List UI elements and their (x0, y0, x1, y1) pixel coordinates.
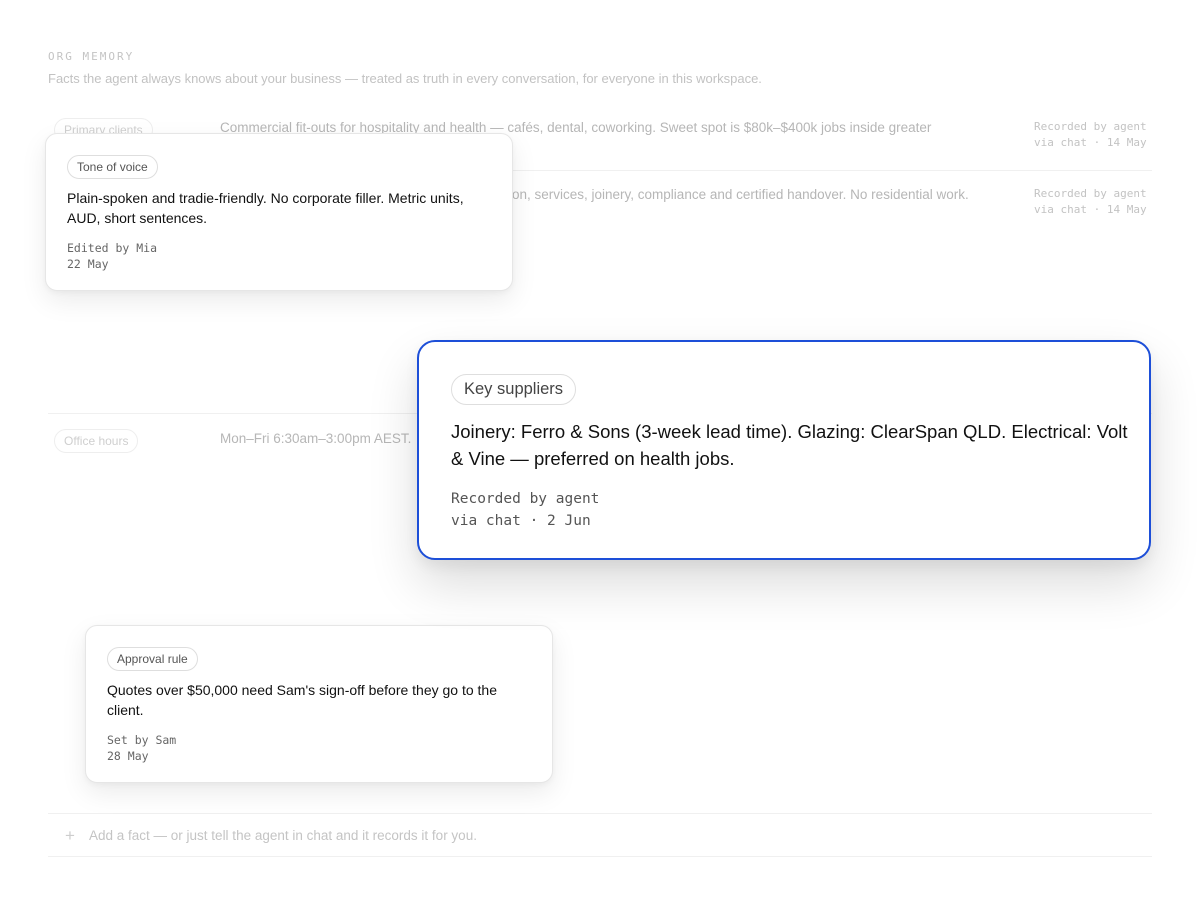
fact-card-label: Approval rule (107, 647, 198, 671)
fact-card-meta: Set by Sam 28 May (107, 732, 176, 764)
section-title: ORG MEMORY (48, 50, 135, 63)
fact-card-meta: Edited by Mia 22 May (67, 240, 157, 272)
fact-card-author: Set by Sam (107, 733, 177, 747)
add-fact-row[interactable]: + Add a fact — or just tell the agent in… (48, 813, 1152, 857)
fact-text: ion, services, joinery, compliance and c… (509, 187, 969, 202)
fact-meta: Recorded by agent via chat · 14 May (1034, 186, 1147, 218)
fact-card-body: Quotes over $50,000 need Sam's sign-off … (107, 682, 498, 718)
fact-card-date: 28 May (107, 749, 149, 763)
fact-card-body: Joinery: Ferro & Sons (3-week lead time)… (451, 421, 1128, 469)
fact-card-body: Plain-spoken and tradie-friendly. No cor… (67, 190, 464, 226)
fact-card-approval-rule[interactable]: Approval rule Quotes over $50,000 need S… (85, 625, 553, 783)
fact-card-label: Tone of voice (67, 155, 158, 179)
section-description: Facts the agent always knows about your … (48, 71, 762, 86)
fact-card-source: Recorded by agent (451, 491, 600, 507)
fact-meta-source: Recorded by agent (1034, 187, 1147, 200)
fact-label: Office hours (54, 429, 139, 453)
fact-card-label: Key suppliers (451, 374, 577, 405)
fact-row-office-hours[interactable]: Office hours (54, 429, 139, 453)
add-fact-text: Add a fact — or just tell the agent in c… (89, 827, 477, 843)
plus-icon: + (65, 825, 75, 845)
fact-text: Mon–Fri 6:30am–3:00pm AEST. (220, 431, 412, 446)
fact-meta-source: Recorded by agent (1034, 120, 1147, 133)
fact-card-meta: Recorded by agent via chat · 2 Jun (451, 488, 599, 532)
fact-card-author: Edited by Mia (67, 241, 158, 255)
fact-card-date: 22 May (67, 257, 109, 271)
fact-card-tone-of-voice[interactable]: Tone of voice Plain-spoken and tradie-fr… (45, 133, 513, 291)
fact-meta-date: via chat · 14 May (1034, 136, 1147, 149)
fact-card-key-suppliers[interactable]: Key suppliers Joinery: Ferro & Sons (3-w… (417, 340, 1151, 560)
fact-card-date: via chat · 2 Jun (451, 513, 591, 529)
fact-meta-date: via chat · 14 May (1034, 203, 1147, 216)
fact-meta: Recorded by agent via chat · 14 May (1034, 119, 1147, 151)
